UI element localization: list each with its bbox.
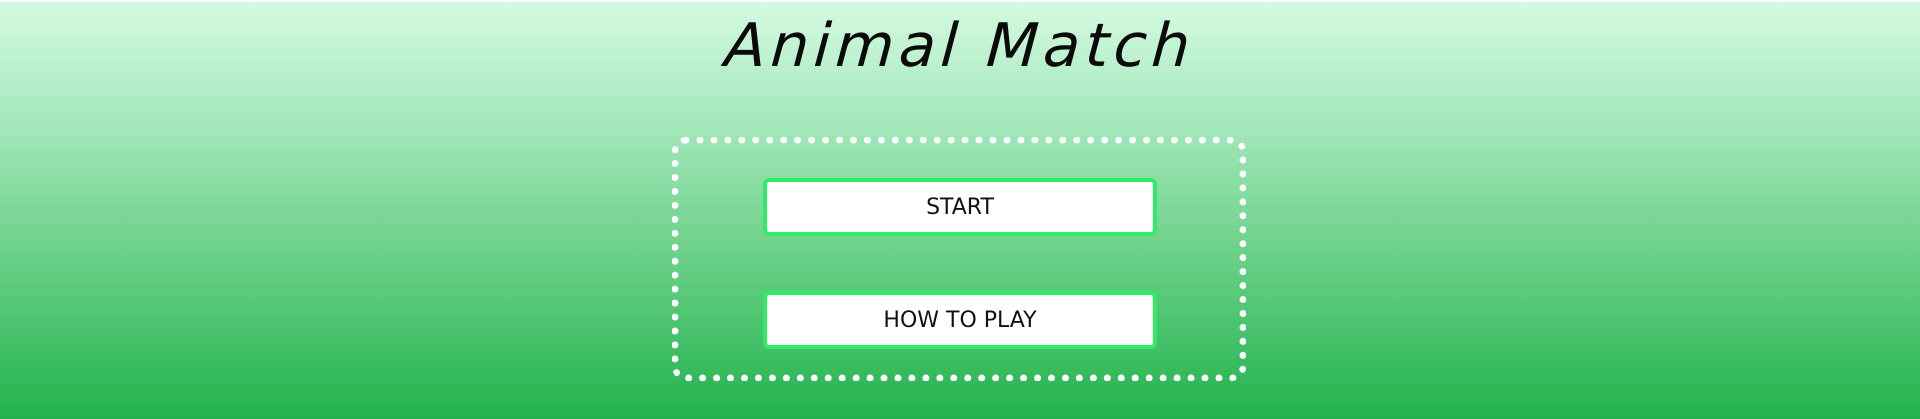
game-title: Animal Match [722,11,1198,81]
start-button[interactable]: START [763,178,1157,236]
game-stage: Animal Match START HOW TO PLAY [0,2,1920,419]
how-to-play-button[interactable]: HOW TO PLAY [763,291,1157,349]
